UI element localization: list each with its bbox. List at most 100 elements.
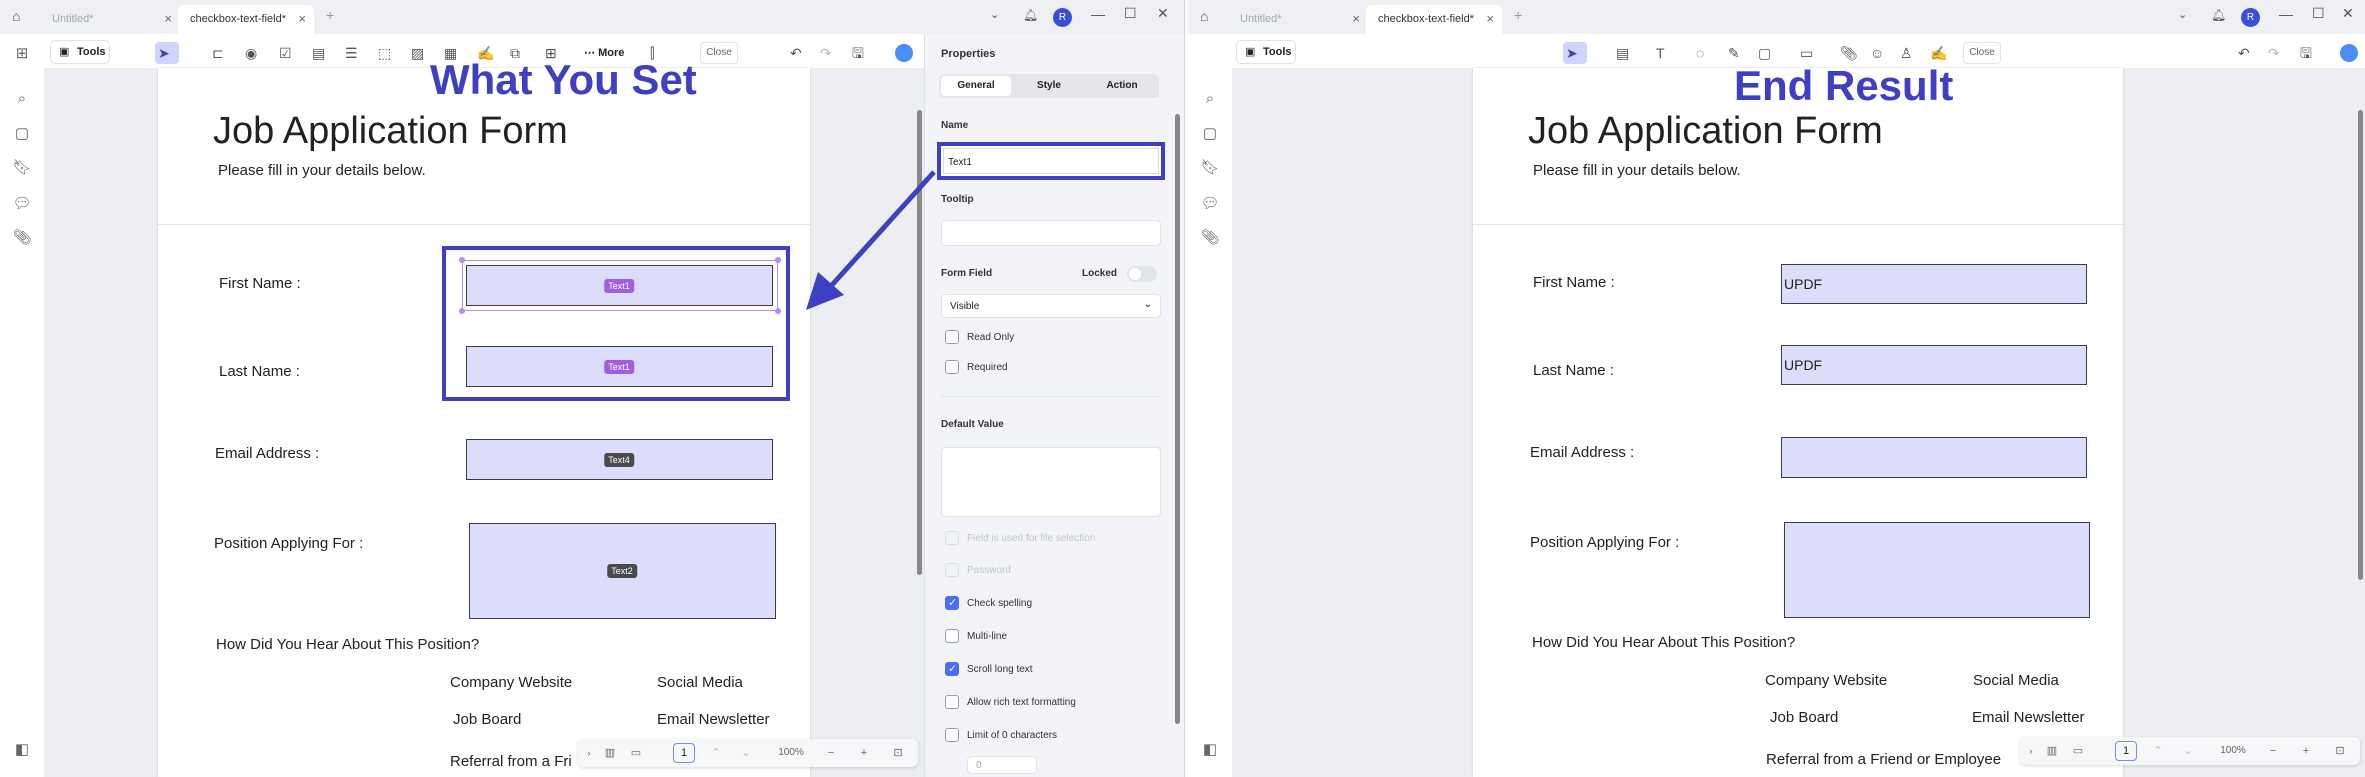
scroll-long-text-checkbox[interactable] — [945, 662, 959, 676]
expand-icon[interactable]: › — [582, 739, 596, 767]
sticker-icon[interactable]: ☺ — [1870, 42, 1884, 64]
user-icon[interactable]: ♙ — [1900, 42, 1913, 64]
option-company-website[interactable]: Company Website — [1765, 672, 1887, 689]
option-referral[interactable]: Referral from a Fri — [450, 753, 572, 770]
avatar[interactable]: R — [2241, 8, 2260, 27]
pages-icon[interactable]: ▢ — [12, 124, 32, 144]
tools-button[interactable]: ▣ Tools — [1236, 40, 1296, 64]
undo-icon[interactable]: ↶ — [2238, 42, 2250, 64]
pen-icon[interactable]: ✎ — [1728, 42, 1740, 64]
radio-icon[interactable]: ◉ — [245, 42, 257, 64]
page-number-input[interactable]: 1 — [673, 743, 695, 763]
email-field[interactable] — [1781, 437, 2087, 478]
first-name-field[interactable]: UPDF — [1781, 264, 2087, 304]
panel-scrollbar[interactable] — [1175, 114, 1180, 724]
select-cursor-icon[interactable]: ➤ — [158, 42, 170, 64]
comment-tool-icon[interactable]: ◌ — [1696, 42, 1704, 64]
tab-checkbox-text-field[interactable]: checkbox-text-field* × — [1366, 5, 1502, 34]
option-email-newsletter[interactable]: Email Newsletter — [1972, 709, 2085, 726]
required-checkbox[interactable] — [945, 360, 959, 374]
minimize-icon[interactable]: — — [2279, 6, 2293, 22]
select-cursor-icon[interactable]: ➤ — [1566, 42, 1578, 64]
maximize-icon[interactable]: ☐ — [1124, 5, 1137, 22]
presentation-icon[interactable]: ▭ — [2068, 737, 2088, 765]
read-only-checkbox[interactable] — [945, 330, 959, 344]
pages-icon[interactable]: ▢ — [1200, 124, 1220, 144]
home-icon[interactable]: ⌂ — [1200, 8, 1208, 24]
rich-text-checkbox[interactable] — [945, 695, 959, 709]
attach-tool-icon[interactable]: 📎︎ — [1840, 42, 1858, 64]
attachment-icon[interactable]: 📎︎ — [1200, 228, 1220, 248]
stamp-icon[interactable]: ▭ — [1800, 42, 1813, 64]
limit-checkbox[interactable] — [945, 728, 959, 742]
next-page-icon[interactable]: ⌄ — [2180, 737, 2196, 765]
expand-icon[interactable]: › — [2024, 737, 2038, 765]
presentation-icon[interactable]: ▭ — [626, 739, 646, 767]
comment-icon[interactable]: 💬︎ — [12, 194, 32, 214]
save-icon[interactable]: 🖫︎ — [852, 42, 864, 64]
tab-style[interactable]: Style — [1014, 76, 1084, 96]
tab-untitled[interactable]: Untitled* × — [40, 5, 180, 34]
ai-assistant-icon[interactable] — [2340, 44, 2358, 62]
search-icon[interactable]: ⌕ — [12, 90, 32, 110]
bookmark-icon[interactable]: 🔖︎ — [12, 158, 32, 178]
option-social-media[interactable]: Social Media — [657, 674, 743, 691]
close-button[interactable]: Close — [700, 42, 738, 64]
new-tab-icon[interactable]: + — [326, 7, 334, 23]
file-selection-checkbox[interactable] — [945, 531, 959, 545]
close-tab-icon[interactable]: × — [164, 11, 172, 26]
comment-icon[interactable]: 💬︎ — [1200, 194, 1220, 214]
chevron-down-icon[interactable]: ⌄ — [2178, 8, 2187, 21]
option-referral[interactable]: Referral from a Friend or Employee — [1766, 751, 2001, 768]
image-field-icon[interactable]: ▨ — [411, 42, 424, 64]
page-layout-icon[interactable]: ▥ — [2042, 737, 2062, 765]
zoom-in-icon[interactable]: + — [2298, 737, 2314, 765]
avatar[interactable]: R — [1053, 8, 1072, 27]
undo-icon[interactable]: ↶ — [790, 42, 802, 64]
attachment-icon[interactable]: 📎︎ — [12, 228, 32, 248]
apps-grid-icon[interactable]: ⊞ — [12, 44, 32, 64]
bell-icon[interactable]: 🔔︎ — [2211, 8, 2226, 22]
page-layout-icon[interactable]: ▥ — [600, 739, 620, 767]
fit-page-icon[interactable]: ⊡ — [890, 739, 906, 767]
option-job-board[interactable]: Job Board — [1770, 709, 1838, 726]
tab-action[interactable]: Action — [1087, 76, 1157, 96]
zoom-out-icon[interactable]: − — [2265, 737, 2281, 765]
close-tab-icon[interactable]: × — [298, 11, 306, 26]
position-field[interactable] — [1784, 522, 2090, 618]
next-page-icon[interactable]: ⌄ — [738, 739, 754, 767]
close-button[interactable]: Close — [1963, 42, 2001, 64]
zoom-out-icon[interactable]: − — [823, 739, 839, 767]
option-company-website[interactable]: Company Website — [450, 674, 572, 691]
password-checkbox[interactable] — [945, 563, 959, 577]
name-input[interactable]: Text1 — [943, 148, 1159, 174]
text-field-icon[interactable]: ⊏ — [212, 42, 224, 64]
new-tab-icon[interactable]: + — [1514, 7, 1522, 23]
save-icon[interactable]: 🖫︎ — [2300, 42, 2312, 64]
option-social-media[interactable]: Social Media — [1973, 672, 2059, 689]
zoom-in-icon[interactable]: + — [856, 739, 872, 767]
close-window-icon[interactable]: ✕ — [2342, 5, 2354, 22]
limit-input[interactable]: 0 — [967, 756, 1037, 774]
bell-icon[interactable]: 🔔︎ — [1023, 8, 1038, 22]
tab-untitled[interactable]: Untitled* × — [1228, 5, 1368, 34]
option-job-board[interactable]: Job Board — [453, 711, 521, 728]
list-box-icon[interactable]: ☰ — [345, 42, 358, 64]
search-icon[interactable]: ⌕ — [1200, 90, 1220, 110]
checkbox-icon[interactable]: ☑ — [279, 42, 292, 64]
sidebar-toggle-icon[interactable]: ◧ — [1200, 740, 1220, 760]
zoom-percent[interactable]: 100% — [771, 739, 811, 767]
tab-general[interactable]: General — [941, 76, 1011, 96]
scrollbar[interactable] — [2358, 110, 2363, 580]
close-window-icon[interactable]: ✕ — [1157, 5, 1169, 22]
form-icon[interactable]: ▤ — [1616, 42, 1629, 64]
page-number-input[interactable]: 1 — [2115, 741, 2137, 761]
fit-page-icon[interactable]: ⊡ — [2332, 737, 2348, 765]
close-tab-icon[interactable]: × — [1352, 11, 1360, 26]
last-name-field[interactable]: UPDF — [1781, 345, 2087, 385]
default-value-input[interactable] — [941, 447, 1161, 517]
maximize-icon[interactable]: ☐ — [2312, 5, 2325, 22]
signature-icon[interactable]: ✍ — [1930, 42, 1947, 64]
multi-line-checkbox[interactable] — [945, 629, 959, 643]
check-spelling-checkbox[interactable] — [945, 596, 959, 610]
